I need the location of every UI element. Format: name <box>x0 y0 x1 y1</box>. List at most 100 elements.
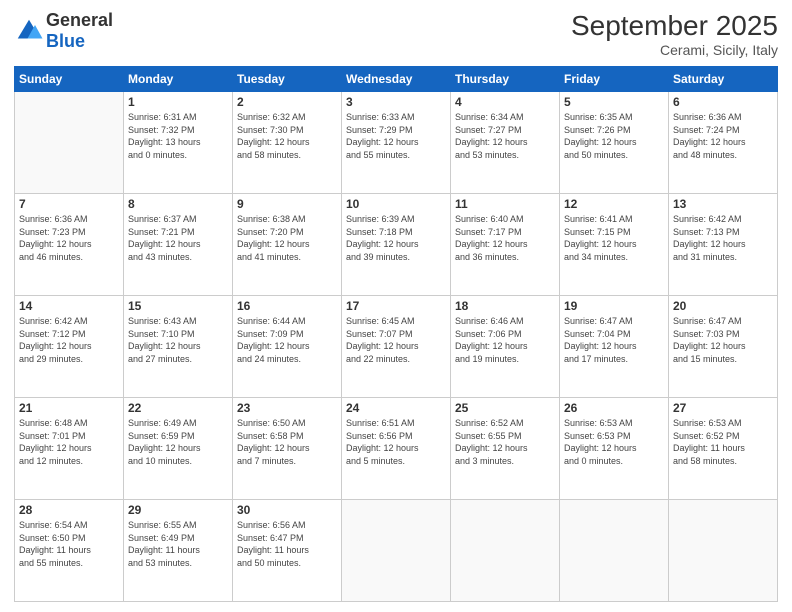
table-row: 6 Sunrise: 6:36 AM Sunset: 7:24 PM Daylig… <box>669 92 778 194</box>
day-info: Sunrise: 6:43 AM Sunset: 7:10 PM Dayligh… <box>128 315 228 365</box>
day-info: Sunrise: 6:53 AM Sunset: 6:53 PM Dayligh… <box>564 417 664 467</box>
page: General Blue September 2025 Cerami, Sici… <box>0 0 792 612</box>
table-row <box>451 500 560 602</box>
table-row: 8 Sunrise: 6:37 AM Sunset: 7:21 PM Daylig… <box>124 194 233 296</box>
calendar-week-row: 21Sunrise: 6:48 AM Sunset: 7:01 PM Dayli… <box>15 398 778 500</box>
day-number: 1 <box>128 95 228 109</box>
day-info: Sunrise: 6:42 AM Sunset: 7:12 PM Dayligh… <box>19 315 119 365</box>
col-tuesday: Tuesday <box>233 67 342 92</box>
table-row: 27 Sunrise: 6:53 AM Sunset: 6:52 PM Dayli… <box>669 398 778 500</box>
day-info: Sunrise: 6:32 AM Sunset: 7:30 PM Dayligh… <box>237 111 337 161</box>
table-row: 22 Sunrise: 6:49 AM Sunset: 6:59 PM Dayli… <box>124 398 233 500</box>
day-info: Sunrise: 6:48 AM Sunset: 7:01 PM Dayligh… <box>19 417 119 467</box>
calendar-header-row: Sunday Monday Tuesday Wednesday Thursday… <box>15 67 778 92</box>
col-wednesday: Wednesday <box>342 67 451 92</box>
table-row: 12 Sunrise: 6:41 AM Sunset: 7:15 PM Dayli… <box>560 194 669 296</box>
day-info: Sunrise: 6:40 AM Sunset: 7:17 PM Dayligh… <box>455 213 555 263</box>
day-number: 25 <box>455 401 555 415</box>
table-row: 28 Sunrise: 6:54 AM Sunset: 6:50 PM Dayli… <box>15 500 124 602</box>
day-number: 26 <box>564 401 664 415</box>
table-row: 17 Sunrise: 6:45 AM Sunset: 7:07 PM Dayli… <box>342 296 451 398</box>
logo: General Blue <box>14 10 113 52</box>
day-info: Sunrise: 6:34 AM Sunset: 7:27 PM Dayligh… <box>455 111 555 161</box>
day-number: 16 <box>237 299 337 313</box>
calendar-week-row: 28 Sunrise: 6:54 AM Sunset: 6:50 PM Dayli… <box>15 500 778 602</box>
col-friday: Friday <box>560 67 669 92</box>
logo-general-text: General <box>46 10 113 30</box>
day-number: 27 <box>673 401 773 415</box>
day-info: Sunrise: 6:50 AM Sunset: 6:58 PM Dayligh… <box>237 417 337 467</box>
day-number: 17 <box>346 299 446 313</box>
table-row: 11 Sunrise: 6:40 AM Sunset: 7:17 PM Dayli… <box>451 194 560 296</box>
day-info: Sunrise: 6:36 AM Sunset: 7:23 PM Dayligh… <box>19 213 119 263</box>
day-number: 11 <box>455 197 555 211</box>
table-row: 7 Sunrise: 6:36 AM Sunset: 7:23 PM Daylig… <box>15 194 124 296</box>
table-row: 3Sunrise: 6:33 AM Sunset: 7:29 PM Daylig… <box>342 92 451 194</box>
day-info: Sunrise: 6:31 AM Sunset: 7:32 PM Dayligh… <box>128 111 228 161</box>
day-info: Sunrise: 6:38 AM Sunset: 7:20 PM Dayligh… <box>237 213 337 263</box>
table-row: 20 Sunrise: 6:47 AM Sunset: 7:03 PM Dayli… <box>669 296 778 398</box>
day-number: 15 <box>128 299 228 313</box>
day-info: Sunrise: 6:41 AM Sunset: 7:15 PM Dayligh… <box>564 213 664 263</box>
table-row: 14 Sunrise: 6:42 AM Sunset: 7:12 PM Dayli… <box>15 296 124 398</box>
day-number: 20 <box>673 299 773 313</box>
table-row: 23 Sunrise: 6:50 AM Sunset: 6:58 PM Dayli… <box>233 398 342 500</box>
table-row: 18Sunrise: 6:46 AM Sunset: 7:06 PM Dayli… <box>451 296 560 398</box>
day-info: Sunrise: 6:56 AM Sunset: 6:47 PM Dayligh… <box>237 519 337 569</box>
table-row <box>342 500 451 602</box>
day-number: 10 <box>346 197 446 211</box>
table-row: 21Sunrise: 6:48 AM Sunset: 7:01 PM Dayli… <box>15 398 124 500</box>
day-info: Sunrise: 6:53 AM Sunset: 6:52 PM Dayligh… <box>673 417 773 467</box>
col-thursday: Thursday <box>451 67 560 92</box>
table-row <box>15 92 124 194</box>
day-number: 23 <box>237 401 337 415</box>
day-info: Sunrise: 6:37 AM Sunset: 7:21 PM Dayligh… <box>128 213 228 263</box>
calendar-table: Sunday Monday Tuesday Wednesday Thursday… <box>14 66 778 602</box>
day-info: Sunrise: 6:42 AM Sunset: 7:13 PM Dayligh… <box>673 213 773 263</box>
col-saturday: Saturday <box>669 67 778 92</box>
day-number: 2 <box>237 95 337 109</box>
day-info: Sunrise: 6:39 AM Sunset: 7:18 PM Dayligh… <box>346 213 446 263</box>
day-number: 12 <box>564 197 664 211</box>
table-row: 10 Sunrise: 6:39 AM Sunset: 7:18 PM Dayli… <box>342 194 451 296</box>
table-row: 26 Sunrise: 6:53 AM Sunset: 6:53 PM Dayli… <box>560 398 669 500</box>
col-sunday: Sunday <box>15 67 124 92</box>
table-row: 13Sunrise: 6:42 AM Sunset: 7:13 PM Dayli… <box>669 194 778 296</box>
table-row: 16 Sunrise: 6:44 AM Sunset: 7:09 PM Dayli… <box>233 296 342 398</box>
table-row: 15 Sunrise: 6:43 AM Sunset: 7:10 PM Dayli… <box>124 296 233 398</box>
day-info: Sunrise: 6:54 AM Sunset: 6:50 PM Dayligh… <box>19 519 119 569</box>
table-row: 24Sunrise: 6:51 AM Sunset: 6:56 PM Dayli… <box>342 398 451 500</box>
day-number: 19 <box>564 299 664 313</box>
day-number: 5 <box>564 95 664 109</box>
day-number: 22 <box>128 401 228 415</box>
table-row: 30Sunrise: 6:56 AM Sunset: 6:47 PM Dayli… <box>233 500 342 602</box>
day-number: 29 <box>128 503 228 517</box>
table-row: 25Sunrise: 6:52 AM Sunset: 6:55 PM Dayli… <box>451 398 560 500</box>
table-row: 19Sunrise: 6:47 AM Sunset: 7:04 PM Dayli… <box>560 296 669 398</box>
day-number: 8 <box>128 197 228 211</box>
month-title: September 2025 <box>571 10 778 42</box>
subtitle: Cerami, Sicily, Italy <box>571 42 778 58</box>
calendar-week-row: 7 Sunrise: 6:36 AM Sunset: 7:23 PM Daylig… <box>15 194 778 296</box>
logo-icon <box>14 16 44 46</box>
table-row: 9Sunrise: 6:38 AM Sunset: 7:20 PM Daylig… <box>233 194 342 296</box>
table-row <box>669 500 778 602</box>
day-number: 14 <box>19 299 119 313</box>
day-info: Sunrise: 6:51 AM Sunset: 6:56 PM Dayligh… <box>346 417 446 467</box>
table-row <box>560 500 669 602</box>
calendar-week-row: 14 Sunrise: 6:42 AM Sunset: 7:12 PM Dayli… <box>15 296 778 398</box>
header: General Blue September 2025 Cerami, Sici… <box>14 10 778 58</box>
day-info: Sunrise: 6:46 AM Sunset: 7:06 PM Dayligh… <box>455 315 555 365</box>
table-row: 1 Sunrise: 6:31 AM Sunset: 7:32 PM Daylig… <box>124 92 233 194</box>
day-info: Sunrise: 6:44 AM Sunset: 7:09 PM Dayligh… <box>237 315 337 365</box>
day-info: Sunrise: 6:49 AM Sunset: 6:59 PM Dayligh… <box>128 417 228 467</box>
col-monday: Monday <box>124 67 233 92</box>
day-number: 6 <box>673 95 773 109</box>
table-row: 4Sunrise: 6:34 AM Sunset: 7:27 PM Daylig… <box>451 92 560 194</box>
table-row: 2 Sunrise: 6:32 AM Sunset: 7:30 PM Daylig… <box>233 92 342 194</box>
day-number: 28 <box>19 503 119 517</box>
day-info: Sunrise: 6:36 AM Sunset: 7:24 PM Dayligh… <box>673 111 773 161</box>
day-number: 7 <box>19 197 119 211</box>
day-info: Sunrise: 6:45 AM Sunset: 7:07 PM Dayligh… <box>346 315 446 365</box>
day-info: Sunrise: 6:47 AM Sunset: 7:03 PM Dayligh… <box>673 315 773 365</box>
